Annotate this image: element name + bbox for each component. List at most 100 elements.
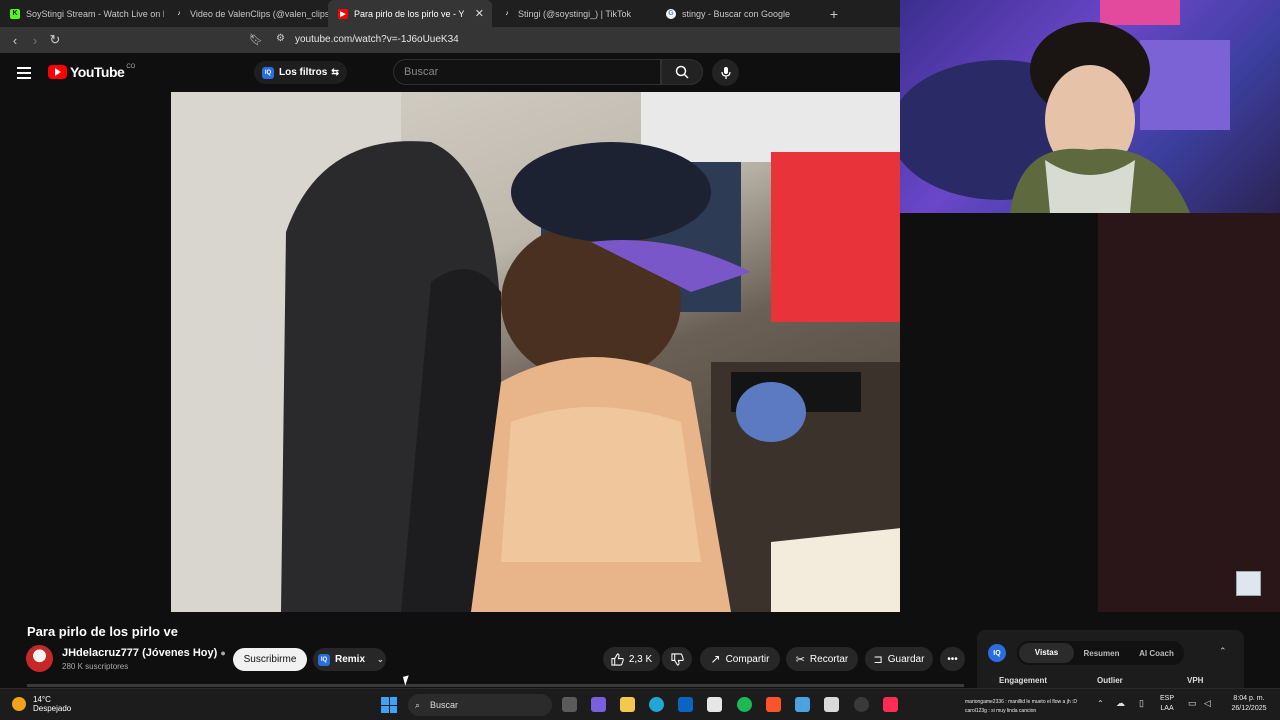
address-bar: ‹ › ↻ 🔖︎ ⚙︎ youtube.com/watch?v=-1J6oUue… — [0, 27, 900, 53]
brave-icon[interactable] — [766, 697, 781, 712]
webcam-overlay — [900, 0, 1280, 213]
google-icon: G — [666, 8, 676, 19]
file-explorer-icon[interactable] — [620, 697, 635, 712]
remix-button[interactable]: IQ Remix ⌄ — [313, 648, 386, 671]
column-engagement: Engagement — [999, 676, 1048, 685]
language-code: ESP — [1160, 695, 1175, 702]
widgets-icon[interactable] — [591, 697, 606, 712]
store-icon[interactable] — [707, 697, 722, 712]
url-field[interactable]: youtube.com/watch?v=-1J6oUueK34 — [295, 34, 459, 45]
network-tray-icon[interactable]: ☁ — [1116, 698, 1125, 709]
language-indicator[interactable]: ESP LAA — [1160, 694, 1174, 714]
microphone-tray-icon[interactable]: ▯ — [1139, 698, 1144, 709]
browser-tab[interactable]: G stingy - Buscar con Google — [656, 0, 820, 27]
remix-label: Remix — [335, 654, 366, 665]
reload-icon[interactable]: ↻ — [45, 32, 65, 48]
weather-icon — [12, 697, 26, 711]
close-tab-icon[interactable]: ✕ — [475, 7, 484, 20]
channel-name[interactable]: JHdelacruz777 (Jóvenes Hoy) ● — [62, 647, 226, 659]
side-background-panel — [1098, 213, 1280, 612]
clock-time: 8:04 p. m. — [1233, 695, 1265, 702]
clock-date: 26/12/2025 — [1231, 705, 1267, 712]
volume-icon[interactable]: ◁ — [1204, 698, 1211, 709]
tab-label: Stingi (@soystingi_) | TikTok — [518, 8, 632, 19]
clip-button[interactable]: ✂ Recortar — [786, 647, 858, 671]
subscribe-button[interactable]: Suscribirme — [233, 648, 307, 671]
browser-tab[interactable]: K SoyStingi Stream - Watch Live on Kick — [0, 0, 164, 27]
webcam-frame — [900, 0, 1230, 213]
subscriber-count: 280 K suscriptores — [62, 662, 129, 671]
weather-temp: 14°C — [33, 695, 51, 704]
chevron-up-icon[interactable]: ⌃ — [1219, 646, 1227, 657]
share-icon: ↗ — [710, 652, 721, 666]
sliders-icon: ⇆ — [331, 67, 339, 77]
forward-icon[interactable]: › — [25, 33, 45, 48]
tab-label: stingy - Buscar con Google — [682, 8, 791, 19]
column-vph: VPH — [1187, 676, 1204, 685]
search-button[interactable] — [661, 59, 703, 85]
dislike-button[interactable] — [662, 647, 692, 671]
outlook-icon[interactable] — [678, 697, 693, 712]
thumbnail-image[interactable] — [1236, 571, 1261, 596]
filters-label: Los filtros — [279, 67, 328, 78]
verified-icon: ● — [220, 648, 226, 658]
back-icon[interactable]: ‹ — [5, 33, 25, 48]
scissors-icon: ✂ — [795, 653, 805, 666]
vidiq-tab-ai-coach[interactable]: AI Coach — [1129, 649, 1184, 658]
weather-widget[interactable]: 14°C Despejado — [33, 695, 71, 713]
browser-tab[interactable]: ♪ Video de ValenClips (@valen_clips4x — [164, 0, 328, 27]
tab-label: SoyStingi Stream - Watch Live on Kick — [26, 8, 164, 19]
chevron-down-icon: ⌄ — [377, 655, 384, 664]
tiktok-icon[interactable] — [883, 697, 898, 712]
region-code: CO — [126, 64, 136, 70]
youtube-icon: ▶ — [338, 8, 348, 19]
share-button[interactable]: ↗ Compartir — [700, 647, 780, 671]
spotify-icon[interactable] — [737, 697, 752, 712]
vidiq-tab-resumen[interactable]: Resumen — [1074, 649, 1129, 658]
channel-avatar[interactable] — [26, 645, 53, 672]
wifi-icon[interactable]: ▭ — [1188, 698, 1197, 709]
task-view-icon[interactable] — [562, 697, 577, 712]
youtube-logo-text: YouTube — [70, 64, 125, 80]
browser-tab[interactable]: ♪ Stingi (@soystingi_) | TikTok — [492, 0, 656, 27]
video-progress-track[interactable] — [27, 684, 964, 687]
tiktok-icon: ♪ — [177, 10, 181, 17]
more-actions-button[interactable]: ••• — [940, 647, 965, 671]
browser-tab-bar: K SoyStingi Stream - Watch Live on Kick … — [0, 0, 900, 27]
vidiq-icon: IQ — [318, 653, 330, 666]
like-button[interactable]: 2,3 K — [603, 647, 660, 671]
video-title: Para pirlo de los pirlo ve — [27, 624, 178, 639]
search-input[interactable]: Buscar — [393, 59, 661, 85]
chat-line: mariongame2336 : manillid le mueto el fl… — [965, 699, 1077, 705]
filters-button[interactable]: IQ Los filtros ⇆ — [254, 61, 347, 84]
column-outlier: Outlier — [1097, 676, 1123, 685]
taskbar-search[interactable]: ⌕ Buscar — [408, 694, 552, 716]
taskbar: 14°C Despejado ⌕ Buscar mariongame2336 :… — [0, 688, 1280, 720]
clock[interactable]: 8:04 p. m. 26/12/2025 — [1224, 694, 1274, 714]
tray-chevron-icon[interactable]: ⌃ — [1097, 699, 1104, 708]
thumbs-down-icon — [670, 652, 684, 666]
save-button[interactable]: ⊐ Guardar — [865, 647, 933, 671]
start-icon[interactable] — [381, 697, 397, 713]
edge-icon[interactable] — [649, 697, 664, 712]
capture-icon[interactable] — [824, 697, 839, 712]
stream-chat-ticker: mariongame2336 : manillid le mueto el fl… — [965, 698, 1085, 716]
tiktok-icon: ♪ — [505, 10, 509, 17]
vidiq-icon: IQ — [262, 66, 274, 79]
share-label: Compartir — [725, 653, 770, 665]
save-label: Guardar — [887, 653, 925, 665]
chat-line: carol123g : si muy linda cancion — [965, 708, 1037, 714]
obs-icon[interactable] — [854, 697, 869, 712]
site-info-icon[interactable]: ⚙︎ — [276, 33, 285, 44]
browser-tab-active[interactable]: ▶ Para pirlo de los pirlo ve - YouTube ✕ — [328, 0, 492, 27]
new-tab-button[interactable]: + — [824, 6, 844, 22]
language-layout: LAA — [1160, 705, 1174, 712]
bookmark-icon[interactable]: 🔖︎ — [249, 33, 263, 46]
vidiq-tab-vistas[interactable]: Vistas — [1019, 643, 1074, 663]
vidiq-panel: IQ Vistas Resumen AI Coach ⌃ Engagement … — [977, 630, 1244, 688]
video-player[interactable] — [171, 92, 900, 612]
menu-icon[interactable] — [17, 67, 31, 82]
youtube-logo[interactable]: YouTube CO — [48, 64, 135, 80]
notepad-icon[interactable] — [795, 697, 810, 712]
voice-search-button[interactable] — [712, 59, 739, 86]
